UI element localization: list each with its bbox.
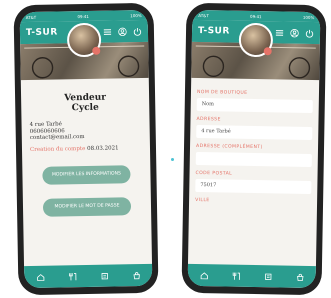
header-icons: [103, 27, 142, 37]
phone-right: AT&T 09:41 100% T-SUR NOM DE BOUTIQUE No…: [181, 2, 327, 296]
tab-bar: [24, 263, 153, 289]
power-icon[interactable]: [305, 28, 314, 38]
app-logo[interactable]: T-SUR: [198, 26, 230, 37]
battery-text: 100%: [130, 12, 142, 18]
home-icon[interactable]: [199, 271, 208, 280]
phone-left: AT&T 09:41 100% T-SUR Vendeur Cycle 4 ru…: [13, 2, 159, 296]
bag-icon[interactable]: [132, 271, 141, 280]
field-label-shop-name: NOM DE BOUTIQUE: [196, 89, 248, 96]
divider-dot: [171, 158, 174, 161]
vendor-name: Vendeur Cycle: [64, 92, 107, 114]
user-icon[interactable]: [290, 28, 299, 37]
contact-info: 4 rue Tarbé 0606060606 contact@email.com: [30, 120, 142, 141]
field-label-city: VILLE: [195, 197, 210, 204]
email-text: contact@email.com: [29, 134, 85, 141]
profile-content: Vendeur Cycle 4 rue Tarbé 0606060606 con…: [21, 78, 151, 217]
field-label-postal-code: CODE POSTAL: [195, 170, 233, 177]
edit-screen: AT&T 09:41 100% T-SUR NOM DE BOUTIQUE No…: [187, 9, 321, 289]
bag-icon[interactable]: [295, 272, 304, 281]
menu-icon[interactable]: [103, 27, 112, 36]
account-created: Creation du compte 08.03.2021: [29, 144, 119, 153]
carrier-text: AT&T: [25, 14, 37, 20]
field-label-address: ADRESSE: [196, 116, 221, 123]
edit-password-button[interactable]: MODIFIER LE MOT DE PASSE: [42, 196, 132, 217]
shop-icon[interactable]: [231, 271, 240, 280]
address-complement-input[interactable]: [195, 151, 312, 168]
orders-icon[interactable]: [263, 272, 272, 281]
shop-name-input[interactable]: Nom: [196, 97, 313, 114]
battery-text: 100%: [302, 14, 315, 20]
home-icon[interactable]: [36, 272, 45, 281]
carrier-text: AT&T: [198, 12, 209, 18]
time-text: 09:41: [250, 13, 262, 19]
power-icon[interactable]: [133, 27, 142, 36]
time-text: 09:41: [77, 13, 89, 19]
remove-photo-icon[interactable]: [263, 47, 272, 56]
address-input[interactable]: 4 rue Tarbé: [196, 124, 313, 141]
edit-photo-icon[interactable]: [92, 46, 101, 55]
tab-bar: [187, 263, 316, 289]
shop-icon[interactable]: [68, 272, 77, 281]
stage: AT&T 09:41 100% T-SUR Vendeur Cycle 4 ru…: [0, 0, 331, 298]
shop-form: NOM DE BOUTIQUE Nom ADRESSE 4 rue Tarbé …: [189, 78, 319, 205]
header-icons: [275, 28, 314, 38]
field-label-address-complement: ADRESSE (COMPLÉMENT): [195, 143, 263, 151]
postal-code-input[interactable]: 75017: [195, 178, 312, 195]
edit-info-button[interactable]: MODIFIER LES INFORMATIONS: [42, 164, 131, 185]
menu-icon[interactable]: [275, 28, 284, 37]
app-logo[interactable]: T-SUR: [26, 27, 58, 38]
profile-screen: AT&T 09:41 100% T-SUR Vendeur Cycle 4 ru…: [19, 9, 153, 289]
user-icon[interactable]: [118, 27, 127, 36]
orders-icon[interactable]: [100, 271, 109, 280]
